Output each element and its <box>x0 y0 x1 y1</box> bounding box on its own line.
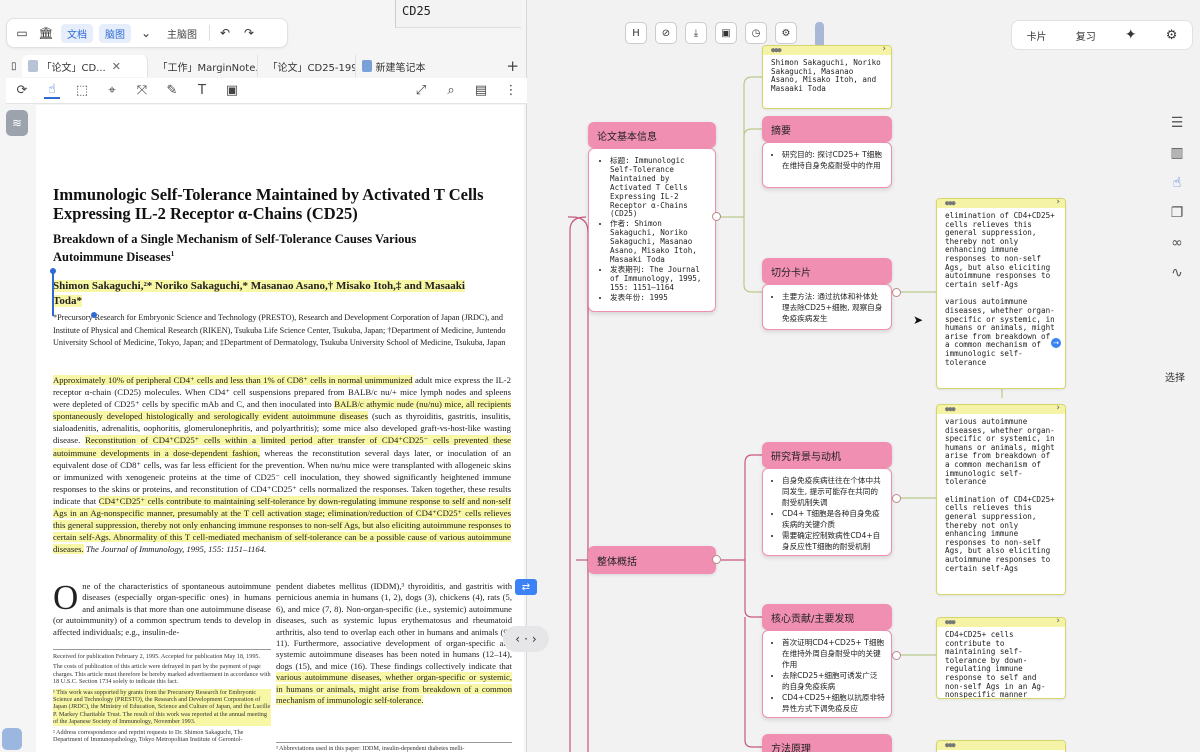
chevron-right-icon: › <box>1056 617 1060 626</box>
arrow-right-icon[interactable]: → <box>1051 338 1061 348</box>
note-card-cut[interactable]: ●●● › elimination of CD4+CD25+ cells reli… <box>936 198 1066 389</box>
card-button[interactable]: 卡片 <box>1027 28 1047 43</box>
connector-icon[interactable]: ∿ <box>1171 265 1183 281</box>
mouse-cursor-icon: ➤ <box>913 313 924 327</box>
copy-icon[interactable]: ❐ <box>1171 205 1184 221</box>
review-button[interactable]: 复习 <box>1076 28 1096 43</box>
node-contribution-title[interactable]: 核心贡献/主要发现 <box>762 604 892 630</box>
ai-settings-icon[interactable]: ⚙ <box>1166 28 1178 43</box>
node-collapse-toggle[interactable] <box>892 288 901 297</box>
image-icon[interactable]: ▣ <box>715 22 737 44</box>
layout-icon[interactable]: ▥ <box>1170 145 1183 161</box>
node-collapse-toggle[interactable] <box>892 651 901 660</box>
node-contribution-card[interactable]: 首次证明CD4+CD25+ T细胞在维持外周自身耐受中的关键作用 去除CD25+… <box>762 630 892 718</box>
node-overview[interactable]: 整体概括 <box>588 546 716 574</box>
link-icon[interactable]: ∞ <box>1171 235 1183 251</box>
note-card-contribution[interactable]: ●●● › CD4+CD25+ cells contribute to maint… <box>936 617 1066 699</box>
chevron-right-icon: › <box>1056 198 1060 207</box>
basic-info-item: 发表期刊: The Journal of Immunology, 1995, 1… <box>610 265 709 293</box>
select-label[interactable]: 选择 <box>1165 369 1185 384</box>
basic-info-item: 发表年份: 1995 <box>610 293 709 303</box>
node-background-title[interactable]: 研究背景与动机 <box>762 442 892 468</box>
hide-icon[interactable]: ⊘ <box>655 22 677 44</box>
node-collapse-toggle[interactable] <box>712 212 721 221</box>
note-card-background[interactable]: ●●● › various autoimmune diseases, whethe… <box>936 404 1066 595</box>
outline-icon[interactable]: ☰ <box>1171 115 1184 131</box>
node-summary-title[interactable]: 摘要 <box>762 116 892 142</box>
settings-icon[interactable]: ⚙ <box>775 22 797 44</box>
node-collapse-toggle[interactable] <box>892 494 901 503</box>
node-background-card[interactable]: 自身免疫疾病往往在个体中共同发生, 提示可能存在共同的耐受机制失调 CD4+ T… <box>762 468 892 556</box>
clock-icon[interactable]: ◷ <box>745 22 767 44</box>
note-card-authors[interactable]: ●●● › Shimon Sakaguchi, Noriko Sakaguchi,… <box>762 45 892 109</box>
right-toolbar: 卡片 复习 ✦ ⚙ <box>1011 20 1193 50</box>
node-method-title[interactable]: 方法原理 <box>762 734 892 752</box>
node-cut-card[interactable]: 主要方法: 通过抗体和补体处理去除CD25+细胞, 观察自身免疫疾病发生 <box>762 284 892 330</box>
basic-info-item: 作者: Shimon Sakaguchi, Noriko Sakaguchi, … <box>610 219 709 265</box>
basic-info-item: 标题: Immunologic Self-Tolerance Maintaine… <box>610 156 709 219</box>
node-summary-card[interactable]: 研究目的: 探讨CD25+ T细胞在维持自身免疫耐受中的作用 <box>762 142 892 188</box>
select-hand-icon[interactable]: ☝ <box>1173 175 1182 191</box>
chevron-right-icon: › <box>882 45 886 54</box>
right-side-rail: ☰ ▥ ☝ ❐ ∞ ∿ <box>1160 115 1194 395</box>
node-basic-info-title[interactable]: 论文基本信息 <box>588 122 716 148</box>
format-icon[interactable]: H <box>625 22 647 44</box>
node-collapse-toggle[interactable] <box>712 555 721 564</box>
note-card-method[interactable]: ●●● <box>936 740 1066 752</box>
node-cut-card-title[interactable]: 切分卡片 <box>762 258 892 284</box>
node-basic-info-card[interactable]: 标题: Immunologic Self-Tolerance Maintaine… <box>588 148 716 312</box>
download-icon[interactable]: ⤓ <box>685 22 707 44</box>
ai-sparkle-icon[interactable]: ✦ <box>1125 27 1137 43</box>
chevron-right-icon: › <box>1056 404 1060 413</box>
